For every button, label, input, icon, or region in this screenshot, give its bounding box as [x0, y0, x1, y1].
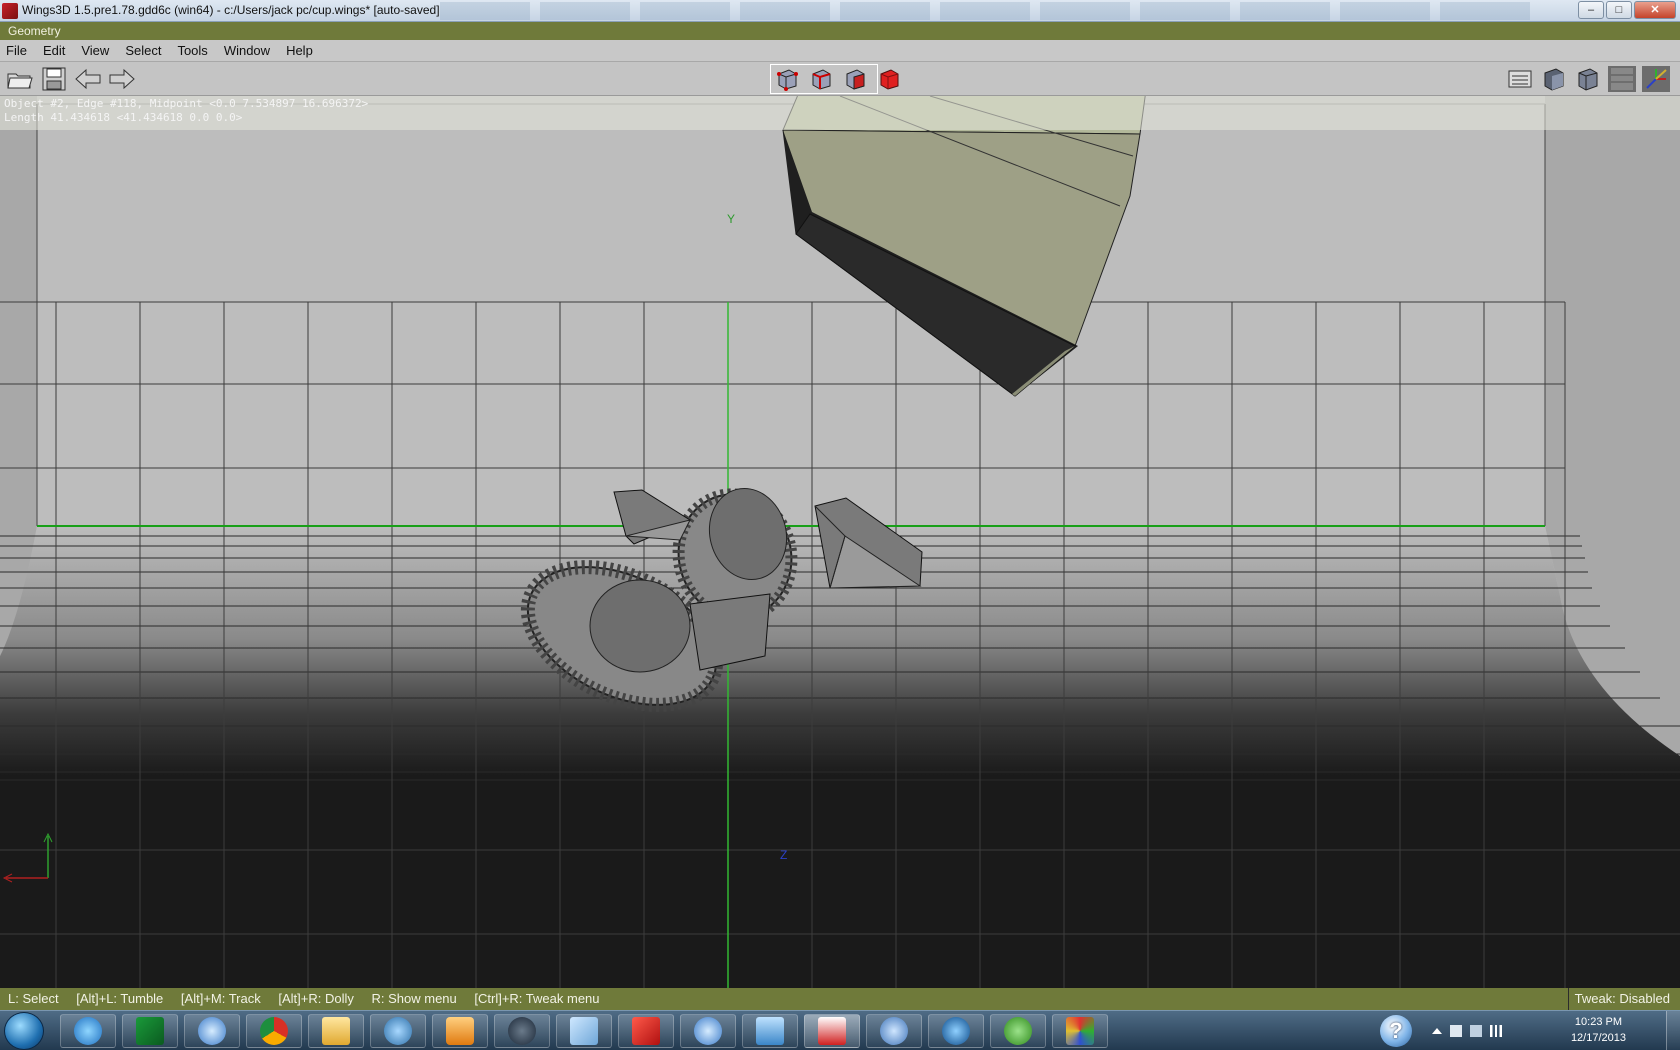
background-window-ghosts: [440, 2, 1540, 20]
wings3d-icon[interactable]: [1052, 1014, 1108, 1048]
windows-taskbar: ? 10:23 PM 12/17/2013: [0, 1010, 1680, 1050]
menu-bar: File Edit View Select Tools Window Help: [0, 40, 1680, 62]
erlang-icon[interactable]: [804, 1014, 860, 1048]
menu-edit[interactable]: Edit: [43, 43, 73, 58]
save-icon[interactable]: [40, 66, 68, 92]
power-icon[interactable]: [1470, 1025, 1482, 1037]
system-tray: ? 10:23 PM 12/17/2013: [1380, 1011, 1680, 1050]
window-title: Wings3D 1.5.pre1.78.gdd6c (win64) - c:/U…: [22, 3, 440, 17]
menu-window[interactable]: Window: [224, 43, 278, 58]
geometry-viewport[interactable]: Object #2, Edge #118, Midpoint <0.0 7.53…: [0, 96, 1680, 988]
media-player-icon[interactable]: [432, 1014, 488, 1048]
itunes-icon[interactable]: [184, 1014, 240, 1048]
menu-tools[interactable]: Tools: [177, 43, 215, 58]
wireframe-toggle-icon[interactable]: [1608, 66, 1636, 92]
close-button[interactable]: ✕: [1634, 1, 1676, 19]
network-signal-icon[interactable]: [1490, 1025, 1502, 1037]
axis-y-label: Y: [727, 212, 736, 226]
menu-file[interactable]: File: [6, 43, 35, 58]
axes-icon[interactable]: [1642, 66, 1670, 92]
views-icon[interactable]: [1506, 66, 1534, 92]
flat-shade-icon[interactable]: [1574, 66, 1602, 92]
window-title-bar[interactable]: Wings3D 1.5.pre1.78.gdd6c (win64) - c:/U…: [0, 0, 1680, 22]
clock-time: 10:23 PM: [1574, 1016, 1623, 1028]
itunes-icon-2[interactable]: [680, 1014, 736, 1048]
wifi-icon[interactable]: [370, 1014, 426, 1048]
notepad-icon[interactable]: [556, 1014, 612, 1048]
object-mode-icon[interactable]: [875, 66, 903, 92]
open-folder-icon[interactable]: [6, 66, 34, 92]
maximize-button[interactable]: □: [1606, 1, 1632, 19]
hint-tweak-menu: [Ctrl]+R: Tweak menu: [474, 991, 600, 1006]
start-button[interactable]: [4, 1012, 44, 1050]
utorrent-icon[interactable]: [990, 1014, 1046, 1048]
menu-view[interactable]: View: [81, 43, 117, 58]
tray-expand-icon[interactable]: [1432, 1028, 1442, 1034]
steam-icon[interactable]: [494, 1014, 550, 1048]
edge-mode-icon[interactable]: [807, 66, 835, 92]
menu-select[interactable]: Select: [125, 43, 169, 58]
axis-z-label: Z: [780, 848, 788, 862]
action-center-icon[interactable]: [1450, 1025, 1462, 1037]
system-clock[interactable]: 10:23 PM 12/17/2013: [1571, 1014, 1626, 1046]
info-line-length: Length 41.434618 <41.434618 0.0 0.0>: [4, 111, 243, 124]
show-desktop-button[interactable]: [1666, 1011, 1680, 1050]
tweak-status: Tweak: Disabled: [1567, 988, 1670, 1010]
face-mode-icon[interactable]: [841, 66, 869, 92]
hint-tumble: [Alt]+L: Tumble: [76, 991, 164, 1006]
vertex-mode-icon[interactable]: [773, 66, 801, 92]
help-icon[interactable]: ?: [1380, 1015, 1412, 1047]
viewport-scene: [0, 96, 1680, 988]
info-overlay: Object #2, Edge #118, Midpoint <0.0 7.53…: [0, 96, 1680, 130]
clock-date: 12/17/2013: [1570, 1032, 1626, 1044]
info-line-midpoint: Object #2, Edge #118, Midpoint <0.0 7.53…: [4, 97, 369, 110]
hint-show-menu: R: Show menu: [371, 991, 457, 1006]
sketchup-icon[interactable]: [618, 1014, 674, 1048]
stock-chart-icon[interactable]: [122, 1014, 178, 1048]
menu-help[interactable]: Help: [286, 43, 321, 58]
hint-dolly: [Alt]+R: Dolly: [278, 991, 354, 1006]
smooth-shade-icon[interactable]: [1540, 66, 1568, 92]
photo-viewer-icon[interactable]: [742, 1014, 798, 1048]
minimize-button[interactable]: –: [1578, 1, 1604, 19]
toolbar: [0, 62, 1680, 96]
geometry-window-header: Geometry: [0, 22, 1680, 40]
wings3d-app-icon[interactable]: [2, 3, 18, 19]
hint-track: [Alt]+M: Track: [180, 991, 261, 1006]
network-icon[interactable]: [866, 1014, 922, 1048]
redo-arrow-icon[interactable]: [108, 66, 136, 92]
file-explorer-icon[interactable]: [308, 1014, 364, 1048]
undo-arrow-icon[interactable]: [74, 66, 102, 92]
internet-explorer-icon[interactable]: [60, 1014, 116, 1048]
hint-select: L: Select: [8, 991, 59, 1006]
status-bar: L: Select [Alt]+L: Tumble [Alt]+M: Track…: [0, 988, 1680, 1010]
chrome-icon[interactable]: [246, 1014, 302, 1048]
google-earth-icon[interactable]: [928, 1014, 984, 1048]
